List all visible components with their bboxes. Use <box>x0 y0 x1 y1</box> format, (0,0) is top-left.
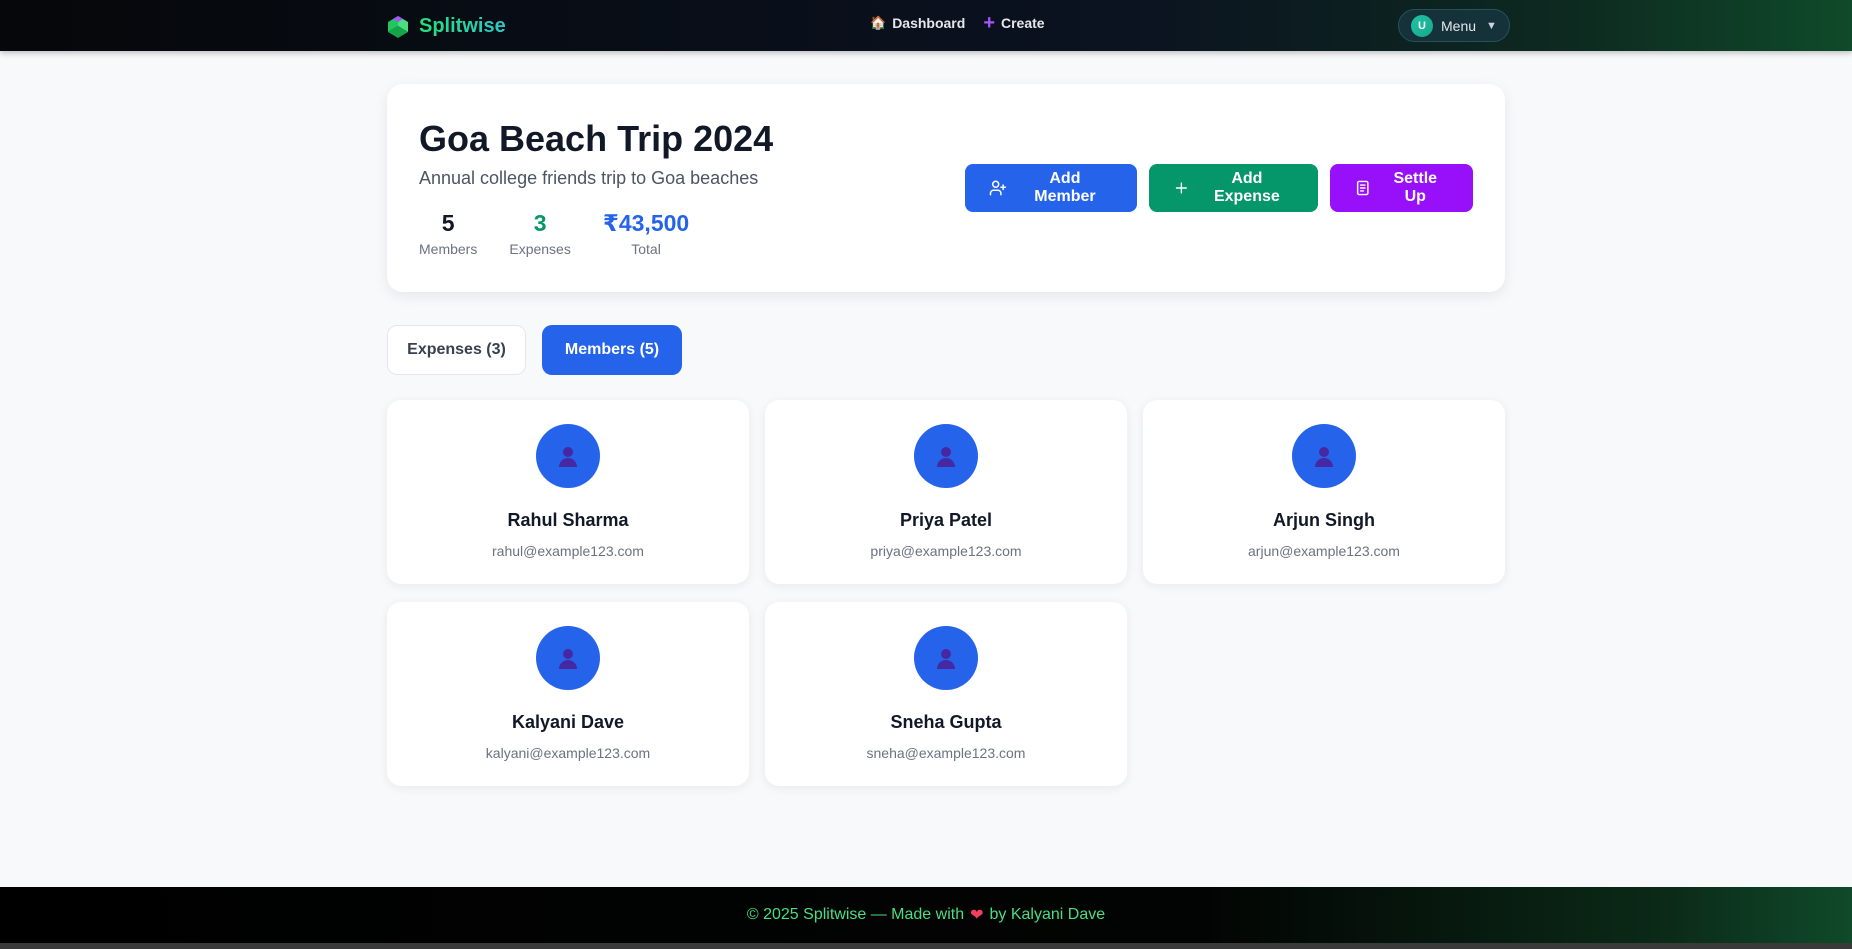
person-icon <box>1315 447 1333 467</box>
stat-expenses: 3 Expenses <box>509 210 570 257</box>
footer-prefix: © 2025 Splitwise — Made with <box>746 906 965 923</box>
member-name: Rahul Sharma <box>507 510 629 530</box>
stat-members: 5 Members <box>419 210 477 257</box>
plus-icon <box>1175 182 1187 194</box>
person-icon <box>559 649 577 669</box>
top-navbar: Splitwise 🏠 Dashboard + Create U Menu ▼ <box>0 0 1852 51</box>
caret-down-icon: ▼ <box>1486 19 1497 32</box>
stat-total: ₹43,500 Total <box>603 210 689 257</box>
plus-icon: + <box>983 12 995 34</box>
person-icon <box>937 447 955 467</box>
nav-link-label: Create <box>1001 15 1045 31</box>
heart-icon: ❤ <box>970 907 984 924</box>
user-plus-icon <box>989 180 1007 196</box>
add-expense-label: Add Expense <box>1213 170 1280 205</box>
member-avatar <box>536 626 600 690</box>
member-name: Arjun Singh <box>1273 510 1375 530</box>
add-member-label: Add Member <box>1034 170 1096 205</box>
person-icon <box>559 447 577 467</box>
member-name: Priya Patel <box>899 510 993 530</box>
group-actions: Add Member Add Expense Settle Up <box>965 164 1473 212</box>
member-card[interactable]: Kalyani Dave kalyani@example123.com <box>387 602 749 786</box>
footer-text: © 2025 Splitwise — Made with ❤ by Kalyan… <box>747 905 1105 925</box>
nav-links: 🏠 Dashboard + Create <box>870 12 1045 34</box>
footer-suffix: by Kalyani Dave <box>989 906 1106 923</box>
stat-expenses-label: Expenses <box>509 241 571 257</box>
tab-members[interactable]: Members (5) <box>542 325 682 375</box>
member-email: arjun@example123.com <box>1248 543 1400 559</box>
tab-expenses[interactable]: Expenses (3) <box>387 325 526 375</box>
member-card[interactable]: Rahul Sharma rahul@example123.com <box>387 400 749 584</box>
settle-up-label: Settle Up <box>1393 170 1438 205</box>
member-avatar <box>914 626 978 690</box>
group-title: Goa Beach Trip 2024 <box>419 118 774 159</box>
add-expense-button[interactable]: Add Expense <box>1149 164 1318 212</box>
member-name: Kalyani Dave <box>511 712 625 732</box>
member-avatar <box>1292 424 1356 488</box>
stat-expenses-value: 3 <box>533 210 547 236</box>
group-description: Annual college friends trip to Goa beach… <box>419 168 759 188</box>
stat-total-value: ₹43,500 <box>602 210 690 236</box>
user-menu-button[interactable]: U Menu ▼ <box>1398 9 1510 42</box>
member-email: priya@example123.com <box>870 543 1022 559</box>
member-email: kalyani@example123.com <box>485 745 651 761</box>
nav-link-label: Dashboard <box>892 15 966 31</box>
member-email: sneha@example123.com <box>866 745 1026 761</box>
user-avatar: U <box>1411 14 1433 37</box>
members-grid: Rahul Sharma rahul@example123.com Priya … <box>387 400 1505 786</box>
member-card[interactable]: Priya Patel priya@example123.com <box>765 400 1127 584</box>
window-bottom-edge <box>0 943 1852 949</box>
member-email: rahul@example123.com <box>492 543 644 559</box>
brand-name: Splitwise <box>419 14 506 37</box>
settle-up-button[interactable]: Settle Up <box>1330 164 1473 212</box>
group-header-card: Goa Beach Trip 2024 Annual college frien… <box>387 84 1505 292</box>
receipt-icon <box>1356 180 1369 196</box>
member-avatar <box>914 424 978 488</box>
stat-members-label: Members <box>419 241 478 257</box>
member-name: Sneha Gupta <box>890 712 1002 732</box>
brand[interactable]: Splitwise <box>385 13 506 39</box>
stat-total-label: Total <box>631 241 661 257</box>
person-icon <box>937 649 955 669</box>
splitwise-logo-icon <box>388 16 408 38</box>
house-icon: 🏠 <box>870 15 887 30</box>
member-avatar <box>536 424 600 488</box>
menu-label: Menu <box>1441 17 1477 34</box>
group-stats: 5 Members 3 Expenses ₹43,500 Total <box>419 210 689 257</box>
footer: © 2025 Splitwise — Made with ❤ by Kalyan… <box>0 887 1852 943</box>
member-card[interactable]: Sneha Gupta sneha@example123.com <box>765 602 1127 786</box>
nav-link-create[interactable]: + Create <box>983 12 1045 34</box>
member-card[interactable]: Arjun Singh arjun@example123.com <box>1143 400 1505 584</box>
group-tabs: Expenses (3) Members (5) <box>387 325 682 375</box>
stat-members-value: 5 <box>441 210 455 236</box>
nav-link-dashboard[interactable]: 🏠 Dashboard <box>870 15 965 31</box>
add-member-button[interactable]: Add Member <box>965 164 1137 212</box>
